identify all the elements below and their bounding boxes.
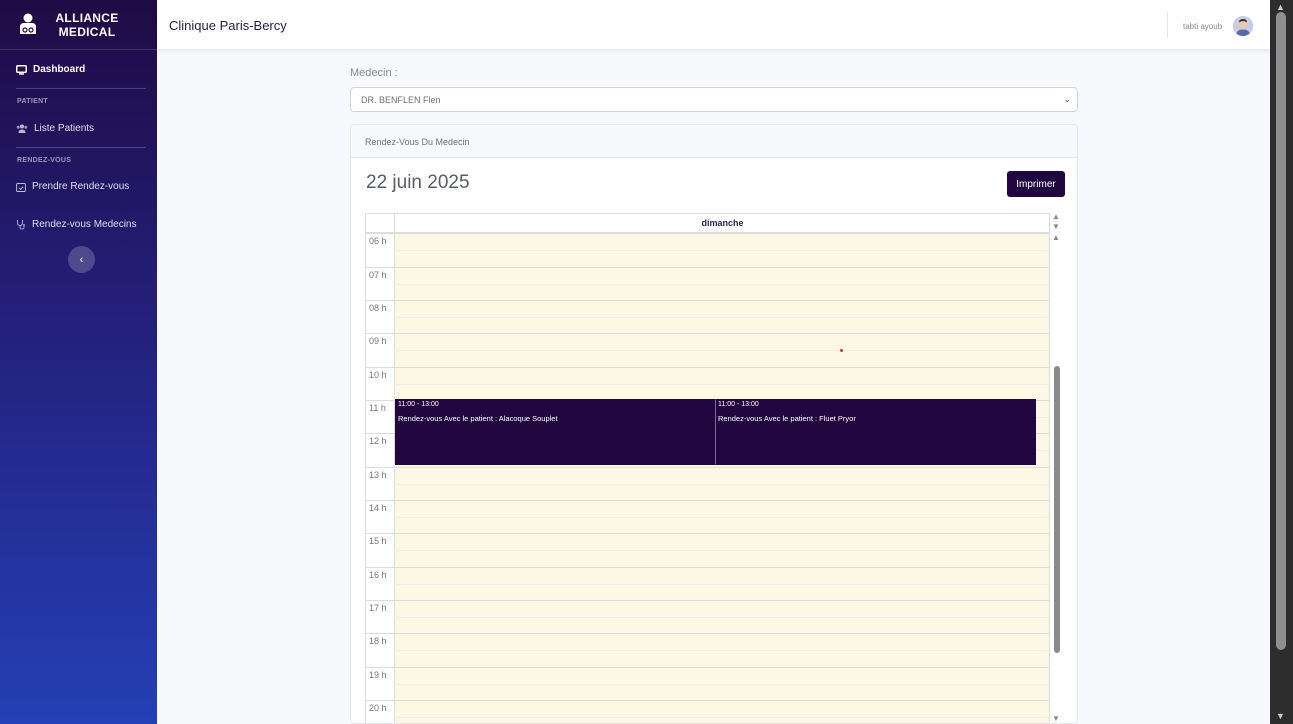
- calendar-date-title: 22 juin 2025: [366, 172, 470, 193]
- hour-label: 17 h: [369, 603, 387, 613]
- hour-label: 06 h: [369, 236, 387, 246]
- hour-label: 13 h: [369, 470, 387, 480]
- window-scrollbar-thumb[interactable]: [1276, 12, 1286, 650]
- doctor-logo-icon: [20, 13, 36, 34]
- brand-name: ALLIANCE MEDICAL: [52, 11, 122, 39]
- sidebar-item-label: Rendez-vous Medecins: [32, 219, 137, 230]
- sidebar-item-liste-patients[interactable]: Liste Patients: [16, 123, 94, 134]
- hour-label: 16 h: [369, 570, 387, 580]
- hour-slot[interactable]: 09 h: [366, 333, 1049, 367]
- event-time: 11:00 - 13:00: [718, 401, 759, 408]
- hour-label: 20 h: [369, 703, 387, 713]
- hour-label: 09 h: [369, 336, 387, 346]
- sidebar-heading-patient: PATIENT: [17, 98, 49, 105]
- brand-line1: ALLIANCE: [55, 11, 119, 25]
- hour-slot[interactable]: 10 h: [366, 367, 1049, 401]
- calendar-event[interactable]: 11:00 - 13:00 Rendez-vous Avec le patien…: [715, 399, 1036, 465]
- sidebar: ALLIANCE MEDICAL Dashboard PATIENT Liste…: [0, 0, 157, 724]
- avatar[interactable]: [1233, 16, 1253, 36]
- sidebar-item-label: Liste Patients: [34, 123, 95, 134]
- scroll-down-arrow-icon[interactable]: ▼: [1276, 711, 1285, 721]
- hour-label: 07 h: [369, 270, 387, 280]
- hour-label: 19 h: [369, 670, 387, 680]
- chevron-down-icon: ⌄: [1063, 94, 1071, 104]
- event-title: Rendez-vous Avec le patient : Alacoque S…: [398, 414, 558, 423]
- medecin-select[interactable]: DR. BENFLEN Flen ⌄: [350, 87, 1078, 112]
- scroll-up-arrow-icon[interactable]: ▲: [1276, 2, 1285, 12]
- hour-label: 18 h: [369, 636, 387, 646]
- scroll-up-arrow-icon[interactable]: ▲: [1052, 212, 1060, 221]
- hour-slot[interactable]: 19 h: [366, 667, 1049, 701]
- sidebar-divider: [16, 147, 146, 148]
- scroll-down-arrow-icon[interactable]: ▼: [1052, 222, 1060, 231]
- hour-slot[interactable]: 17 h: [366, 600, 1049, 634]
- calendar-scrollbar-thumb[interactable]: [1054, 366, 1060, 653]
- topbar: Clinique Paris-Bercy tabti ayoub: [157, 0, 1270, 49]
- rdv-card: Rendez-Vous Du Medecin 22 juin 2025 Impr…: [350, 124, 1078, 724]
- sidebar-heading-rendez-vous: RENDEZ-VOUS: [17, 157, 72, 164]
- user-name[interactable]: tabti ayoub: [1183, 22, 1222, 31]
- brand-line2: MEDICAL: [58, 25, 116, 39]
- hour-label: 10 h: [369, 370, 387, 380]
- sidebar-item-label: Prendre Rendez-vous: [32, 181, 130, 192]
- brand[interactable]: ALLIANCE MEDICAL: [0, 0, 157, 50]
- hour-label: 14 h: [369, 503, 387, 513]
- user-avatar-icon: [1233, 16, 1253, 36]
- hour-slot[interactable]: 15 h: [366, 533, 1049, 567]
- print-button[interactable]: Imprimer: [1007, 171, 1065, 197]
- monitor-icon: [16, 64, 27, 75]
- calendar-event[interactable]: 11:00 - 13:00 Rendez-vous Avec le patien…: [395, 399, 715, 465]
- scroll-down-arrow-icon[interactable]: ▼: [1052, 714, 1060, 723]
- day-column-header: dimanche: [701, 218, 744, 228]
- hour-label: 15 h: [369, 536, 387, 546]
- now-indicator: [840, 349, 843, 352]
- chevron-left-icon: ‹: [79, 253, 84, 266]
- users-icon: [16, 124, 28, 133]
- sidebar-item-prendre-rdv[interactable]: Prendre Rendez-vous: [16, 181, 129, 192]
- hour-slot[interactable]: 18 h: [366, 633, 1049, 667]
- sidebar-item-rdv-medecins[interactable]: Rendez-vous Medecins: [16, 219, 137, 230]
- calendar-day-view: dimanche 06 h 07 h 08 h 09 h 10 h 11 h 1…: [365, 213, 1050, 723]
- hour-label: 08 h: [369, 303, 387, 313]
- hour-label: 11 h: [369, 403, 386, 413]
- event-time: 11:00 - 13:00: [398, 401, 439, 408]
- hour-slot[interactable]: 16 h: [366, 567, 1049, 601]
- medecin-selected-value: DR. BENFLEN Flen: [361, 95, 441, 105]
- hour-slot[interactable]: 06 h: [366, 233, 1049, 267]
- card-header: Rendez-Vous Du Medecin: [351, 125, 1077, 158]
- medecin-label: Medecin :: [350, 67, 398, 79]
- sidebar-toggle-button[interactable]: ‹: [68, 246, 95, 273]
- sidebar-item-label: Dashboard: [33, 64, 86, 75]
- hour-label: 12 h: [369, 436, 387, 446]
- clinic-name: Clinique Paris-Bercy: [169, 18, 287, 33]
- calendar-check-icon: [16, 182, 26, 192]
- stethoscope-icon: [17, 220, 25, 230]
- event-title: Rendez-vous Avec le patient : Fluet Pryo…: [718, 414, 856, 423]
- hour-slot[interactable]: 20 h: [366, 700, 1049, 723]
- hour-slot[interactable]: 07 h: [366, 267, 1049, 301]
- hour-slot[interactable]: 14 h: [366, 500, 1049, 534]
- card-title: Rendez-Vous Du Medecin: [365, 137, 470, 147]
- scroll-up-arrow-icon[interactable]: ▲: [1052, 233, 1060, 242]
- sidebar-item-dashboard[interactable]: Dashboard: [16, 64, 85, 75]
- hour-slot[interactable]: 08 h: [366, 300, 1049, 334]
- topbar-divider: [1167, 12, 1168, 38]
- calendar-header: dimanche: [366, 214, 1049, 233]
- sidebar-divider: [16, 88, 146, 89]
- hour-slot[interactable]: 13 h: [366, 467, 1049, 501]
